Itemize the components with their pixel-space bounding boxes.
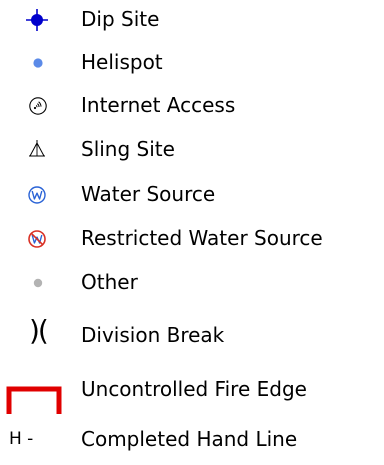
dip-site-icon [26,9,48,31]
legend-label: Restricted Water Source [81,226,323,250]
legend-item-other: Other [0,264,384,304]
water-source-icon [27,185,47,205]
legend-label: Uncontrolled Fire Edge [81,377,307,401]
legend-item-completed-hand-line: H - Completed Hand Line [0,419,384,459]
internet-access-icon [28,96,48,116]
legend-label: Division Break [81,323,225,347]
legend-label: Water Source [81,182,216,206]
other-icon [32,277,44,289]
sling-site-icon [28,139,46,161]
completed-hand-line-icon: H - [9,429,34,449]
restricted-water-source-icon [27,229,47,249]
helispot-icon [32,57,44,69]
map-legend: Dip Site Helispot Internet Access Sling … [0,0,384,465]
legend-label: Sling Site [81,137,175,161]
legend-label: Other [81,270,138,294]
legend-item-uncontrolled-fire-edge: Uncontrolled Fire Edge [0,372,384,415]
legend-item-dip-site: Dip Site [0,0,384,40]
legend-label: Completed Hand Line [81,427,298,451]
legend-label: Helispot [81,50,163,74]
legend-item-restricted-water-source: Restricted Water Source [0,219,384,259]
legend-item-helispot: Helispot [0,44,384,84]
legend-item-internet-access: Internet Access [0,87,384,127]
legend-label: Dip Site [81,7,160,31]
legend-item-division-break: )( Division Break [0,309,384,349]
legend-item-water-source: Water Source [0,175,384,215]
uncontrolled-fire-edge-icon [6,385,62,415]
division-break-icon: )( [29,314,49,347]
legend-label: Internet Access [81,93,236,117]
legend-item-sling-site: Sling Site [0,131,384,171]
